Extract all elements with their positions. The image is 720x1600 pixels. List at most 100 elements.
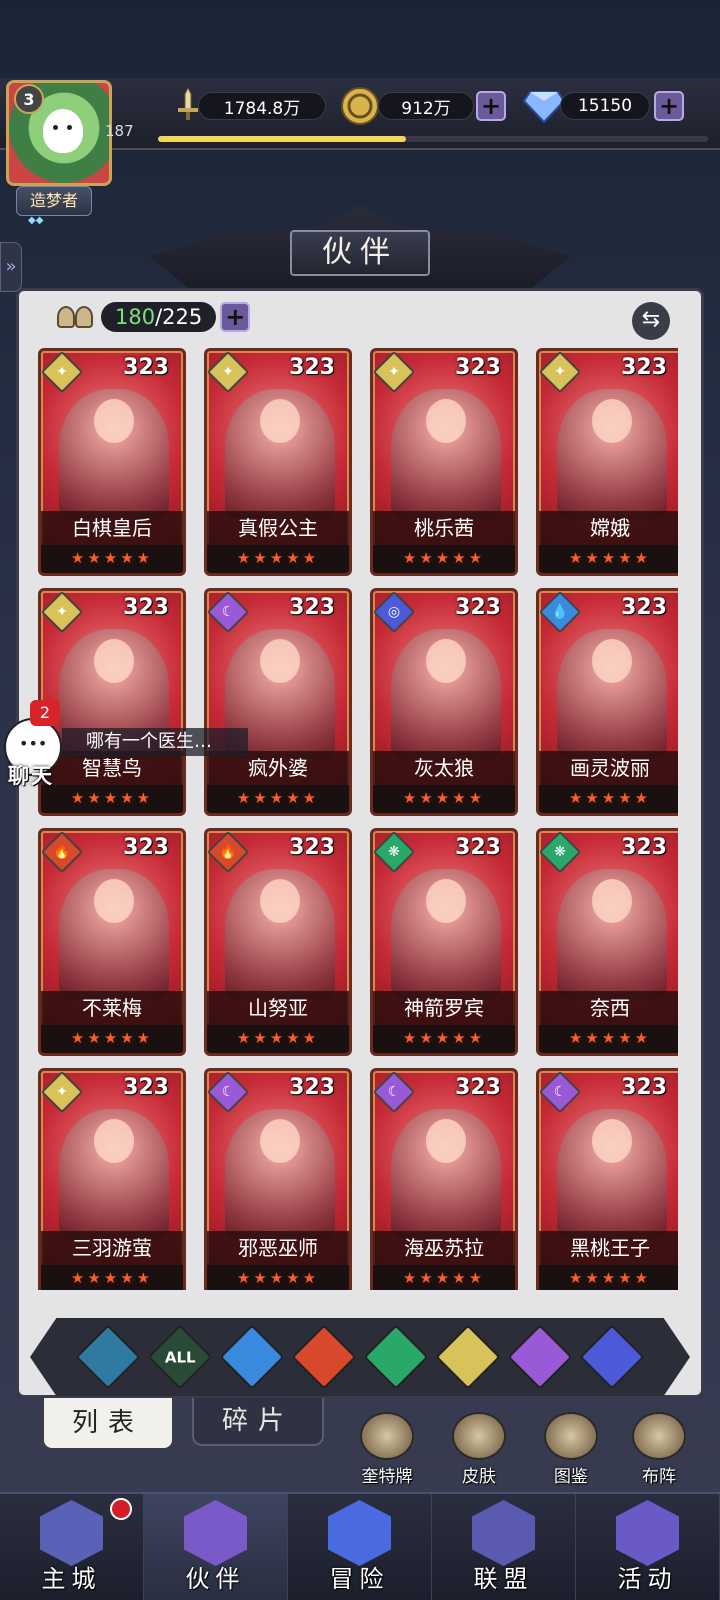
nav-events[interactable]: 活动	[576, 1494, 720, 1600]
partner-portrait	[557, 389, 667, 519]
partner-name: 白棋皇后	[41, 511, 183, 545]
partner-portrait	[59, 869, 169, 999]
light-faction-icon: ✦	[41, 591, 84, 634]
nav-alliance[interactable]: 联盟	[432, 1494, 576, 1600]
filter-wind-icon[interactable]	[363, 1324, 429, 1390]
light-faction-icon: ✦	[207, 351, 250, 394]
partner-card[interactable]: ✦ 323 真假公主 ★★★★★	[204, 348, 352, 576]
side-expand-tab[interactable]: »	[0, 242, 22, 292]
light-faction-icon: ✦	[539, 351, 582, 394]
title-stars: ◆◆	[28, 215, 44, 226]
filter-water-icon[interactable]	[219, 1324, 285, 1390]
partner-stars: ★★★★★	[373, 785, 515, 813]
partner-card[interactable]: ✦ 323 嫦娥 ★★★★★	[536, 348, 678, 576]
adventure-icon	[328, 1500, 391, 1566]
formation-button[interactable]: 布阵	[624, 1412, 694, 1487]
partner-card[interactable]: ☾ 323 疯外婆 ★★★★★	[204, 588, 352, 816]
partner-level: 323	[621, 835, 667, 860]
tab-list[interactable]: 列表	[42, 1398, 174, 1450]
partner-stars: ★★★★★	[41, 545, 183, 573]
partner-name: 桃乐茜	[373, 511, 515, 545]
main-city-notification-dot	[110, 1498, 132, 1520]
filter-space-icon[interactable]	[579, 1324, 645, 1390]
xp-bar-fill	[158, 136, 406, 142]
partner-level: 323	[123, 595, 169, 620]
sort-swap-button[interactable]: ⇆	[632, 302, 670, 340]
partner-portrait	[225, 1109, 335, 1239]
skin-button[interactable]: 皮肤	[444, 1412, 514, 1487]
gems-display: 15150	[560, 90, 650, 122]
gold-value: 912万	[378, 92, 474, 120]
fire-faction-icon: 🔥	[207, 831, 250, 874]
partner-card[interactable]: ✦ 323 白棋皇后 ★★★★★	[38, 348, 186, 576]
chat-latest-message[interactable]: 哪有一个医生…	[62, 728, 248, 756]
light-faction-icon: ✦	[41, 1071, 84, 1114]
bottom-navigation: 主城 伙伴 冒险 联盟 活动	[0, 1492, 720, 1600]
partner-name: 智慧鸟	[41, 751, 183, 785]
partner-name: 真假公主	[207, 511, 349, 545]
partner-card[interactable]: ✦ 323 三羽游萤 ★★★★★	[38, 1068, 186, 1290]
nav-partners[interactable]: 伙伴	[144, 1494, 288, 1600]
partner-name: 黑桃王子	[539, 1231, 678, 1265]
player-title-badge[interactable]: 造梦者	[16, 186, 92, 216]
filter-fire-icon[interactable]	[291, 1324, 357, 1390]
nav-label: 活动	[617, 1565, 678, 1593]
partner-card[interactable]: ✦ 323 智慧鸟 ★★★★★	[38, 588, 186, 816]
partner-stars: ★★★★★	[373, 1025, 515, 1053]
partner-level: 323	[123, 835, 169, 860]
partner-card[interactable]: ❋ 323 神箭罗宾 ★★★★★	[370, 828, 518, 1056]
card-deck-button[interactable]: 奎特牌	[352, 1412, 422, 1487]
partner-name: 不莱梅	[41, 991, 183, 1025]
partner-level: 323	[289, 835, 335, 860]
light-faction-icon: ✦	[373, 351, 416, 394]
partner-card[interactable]: ☾ 323 邪恶巫师 ★★★★★	[204, 1068, 352, 1290]
partner-portrait	[225, 389, 335, 519]
partner-stars: ★★★★★	[207, 1025, 349, 1053]
main-city-icon	[40, 1500, 103, 1566]
filter-light-icon[interactable]	[435, 1324, 501, 1390]
expand-roster-button[interactable]: +	[220, 302, 251, 332]
filter-all-icon[interactable]: ALL	[147, 1324, 213, 1390]
skin-label: 皮肤	[462, 1467, 496, 1487]
partner-portrait	[557, 869, 667, 999]
alliance-icon	[472, 1500, 535, 1566]
tab-fragments[interactable]: 碎片	[192, 1398, 324, 1446]
partners-icon	[184, 1500, 247, 1566]
partner-card[interactable]: ☾ 323 黑桃王子 ★★★★★	[536, 1068, 678, 1290]
partner-card[interactable]: ✦ 323 桃乐茜 ★★★★★	[370, 348, 518, 576]
codex-button[interactable]: 图鉴	[536, 1412, 606, 1487]
partner-level: 323	[289, 595, 335, 620]
partner-card[interactable]: 🔥 323 不莱梅 ★★★★★	[38, 828, 186, 1056]
partner-stars: ★★★★★	[539, 545, 678, 573]
add-gems-button[interactable]: +	[654, 91, 684, 121]
partner-card[interactable]: ❋ 323 奈西 ★★★★★	[536, 828, 678, 1056]
events-icon	[616, 1500, 679, 1566]
partner-card[interactable]: ☾ 323 海巫苏拉 ★★★★★	[370, 1068, 518, 1290]
add-gold-button[interactable]: +	[476, 91, 506, 121]
partner-level: 323	[289, 1075, 335, 1100]
partner-stars: ★★★★★	[539, 785, 678, 813]
partner-stars: ★★★★★	[207, 1265, 349, 1290]
page-title: 伙伴	[290, 230, 430, 276]
partner-name: 神箭罗宾	[373, 991, 515, 1025]
filter-dark-icon[interactable]	[507, 1324, 573, 1390]
codex-icon	[544, 1412, 598, 1460]
partner-portrait	[59, 389, 169, 519]
partner-level: 323	[621, 355, 667, 380]
partner-card[interactable]: 🔥 323 山努亚 ★★★★★	[204, 828, 352, 1056]
partner-name: 灰太狼	[373, 751, 515, 785]
partner-card[interactable]: ◎ 323 灰太狼 ★★★★★	[370, 588, 518, 816]
dark-faction-icon: ☾	[539, 1071, 582, 1114]
card-deck-icon	[360, 1412, 414, 1460]
filter-arrow-up-icon[interactable]	[75, 1324, 141, 1390]
nav-label: 主城	[41, 1565, 102, 1593]
partner-card[interactable]: 💧 323 画灵波丽 ★★★★★	[536, 588, 678, 816]
partner-name: 三羽游萤	[41, 1231, 183, 1265]
nav-adventure[interactable]: 冒险	[288, 1494, 432, 1600]
chat-unread-badge: 2	[30, 700, 60, 726]
partner-level: 323	[621, 1075, 667, 1100]
gems-value: 15150	[560, 92, 650, 120]
codex-label: 图鉴	[554, 1467, 588, 1487]
partner-portrait	[391, 1109, 501, 1239]
nav-label: 冒险	[329, 1565, 390, 1593]
